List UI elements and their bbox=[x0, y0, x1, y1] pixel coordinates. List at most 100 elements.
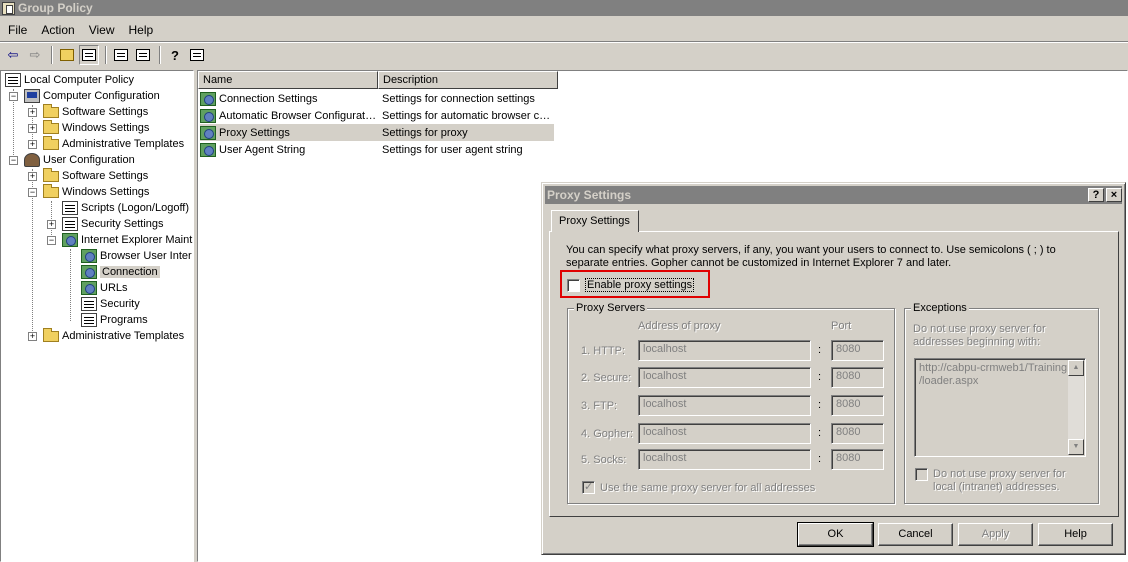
http-address-field[interactable]: localhost bbox=[638, 340, 811, 361]
exceptions-scrollbar[interactable]: ▲ ▼ bbox=[1068, 360, 1084, 455]
expand-icon[interactable]: + bbox=[47, 220, 56, 229]
help-button[interactable]: Help bbox=[1038, 523, 1113, 546]
colon-separator: : bbox=[818, 399, 822, 411]
menu-bar: File Action View Help bbox=[0, 20, 160, 40]
list-item[interactable]: User Agent String Settings for user agen… bbox=[200, 141, 554, 158]
menu-action[interactable]: Action bbox=[34, 23, 81, 37]
settings-item-icon bbox=[200, 91, 216, 106]
menu-help[interactable]: Help bbox=[122, 23, 161, 37]
tab-proxy-settings[interactable]: Proxy Settings bbox=[551, 210, 639, 232]
proxy-row-label-ftp: 3. FTP: bbox=[581, 400, 618, 412]
list-item-selected[interactable]: Proxy Settings Settings for proxy bbox=[200, 124, 554, 141]
socks-address-field[interactable]: localhost bbox=[638, 449, 811, 470]
same-proxy-row[interactable]: Use the same proxy server for all addres… bbox=[582, 480, 816, 494]
http-port-field[interactable]: 8080 bbox=[831, 340, 884, 361]
socks-port-field[interactable]: 8080 bbox=[831, 449, 884, 470]
tree-item-security-settings[interactable]: Security Settings bbox=[62, 216, 164, 232]
show-hide-action-pane-icon[interactable] bbox=[187, 45, 207, 65]
tree-item-security[interactable]: Security bbox=[81, 296, 140, 312]
tree-item-programs[interactable]: Programs bbox=[81, 312, 148, 328]
tree-item-cc-administrative-templates[interactable]: Administrative Templates bbox=[43, 136, 184, 152]
properties-icon[interactable] bbox=[111, 45, 131, 65]
console-tree[interactable]: Local Computer Policy − Computer Configu… bbox=[0, 70, 194, 562]
same-proxy-label: Use the same proxy server for all addres… bbox=[600, 481, 816, 494]
tree-item-cc-software-settings[interactable]: Software Settings bbox=[43, 104, 148, 120]
collapse-icon[interactable]: − bbox=[9, 92, 18, 101]
menu-view[interactable]: View bbox=[82, 23, 122, 37]
exceptions-textarea[interactable]: http://cabpu-crmweb1/Training /loader.as… bbox=[914, 358, 1086, 457]
cancel-button[interactable]: Cancel bbox=[878, 523, 953, 546]
tree-item-uc-windows-settings[interactable]: Windows Settings bbox=[43, 184, 149, 200]
folder-icon bbox=[43, 104, 59, 118]
colon-separator: : bbox=[818, 371, 822, 383]
forward-arrow-icon[interactable]: ⇨ bbox=[25, 45, 45, 65]
tree-item-user-configuration[interactable]: User Configuration bbox=[24, 152, 135, 168]
browser-ui-icon bbox=[81, 249, 97, 263]
up-folder-icon[interactable] bbox=[57, 45, 77, 65]
back-arrow-icon[interactable]: ⇦ bbox=[3, 45, 23, 65]
ftp-address-field[interactable]: localhost bbox=[638, 395, 811, 416]
help-caption-button[interactable]: ? bbox=[1088, 188, 1104, 202]
expand-icon[interactable]: + bbox=[28, 140, 37, 149]
exceptions-description: Do not use proxy server for addresses be… bbox=[913, 323, 1046, 348]
secure-address-field[interactable]: localhost bbox=[638, 367, 811, 388]
proxy-settings-dialog: Proxy Settings ? × Proxy Settings You ca… bbox=[541, 182, 1126, 555]
expand-icon[interactable]: + bbox=[28, 108, 37, 117]
secure-port-field[interactable]: 8080 bbox=[831, 367, 884, 388]
same-proxy-checkbox[interactable] bbox=[582, 480, 595, 494]
colon-separator: : bbox=[818, 453, 822, 465]
folder-icon bbox=[43, 120, 59, 134]
tree-item-computer-configuration[interactable]: Computer Configuration bbox=[24, 88, 160, 104]
ftp-port-field[interactable]: 8080 bbox=[831, 395, 884, 416]
collapse-icon[interactable]: − bbox=[9, 156, 18, 165]
intro-text: You can specify what proxy servers, if a… bbox=[566, 244, 1056, 269]
proxy-row-label-gopher: 4. Gopher: bbox=[581, 428, 633, 440]
urls-icon bbox=[81, 281, 97, 295]
tree-item-local-computer-policy[interactable]: Local Computer Policy bbox=[5, 72, 134, 88]
column-header-name[interactable]: Name bbox=[198, 71, 378, 89]
settings-item-icon bbox=[200, 125, 216, 140]
folder-icon bbox=[43, 184, 59, 198]
enable-proxy-row[interactable]: Enable proxy settings bbox=[567, 278, 695, 292]
menu-file[interactable]: File bbox=[0, 23, 34, 37]
enable-proxy-label[interactable]: Enable proxy settings bbox=[585, 278, 695, 292]
tree-item-ie-maintenance[interactable]: Internet Explorer Maint bbox=[62, 232, 192, 248]
ok-button[interactable]: OK bbox=[797, 522, 874, 547]
user-icon bbox=[24, 153, 40, 167]
enable-proxy-checkbox[interactable] bbox=[567, 278, 580, 292]
folder-icon bbox=[43, 168, 59, 182]
tree-item-cc-windows-settings[interactable]: Windows Settings bbox=[43, 120, 149, 136]
show-hide-tree-icon[interactable] bbox=[79, 45, 99, 65]
expand-icon[interactable]: + bbox=[28, 172, 37, 181]
tree-item-uc-administrative-templates[interactable]: Administrative Templates bbox=[43, 328, 184, 344]
expand-icon[interactable]: + bbox=[28, 124, 37, 133]
collapse-icon[interactable]: − bbox=[47, 236, 56, 245]
tree-item-urls[interactable]: URLs bbox=[81, 280, 128, 296]
gopher-address-field[interactable]: localhost bbox=[638, 423, 811, 444]
close-icon[interactable]: × bbox=[1106, 188, 1122, 202]
tree-item-scripts[interactable]: Scripts (Logon/Logoff) bbox=[62, 200, 189, 216]
scroll-up-icon[interactable]: ▲ bbox=[1068, 360, 1084, 376]
collapse-icon[interactable]: − bbox=[28, 188, 37, 197]
list-item[interactable]: Automatic Browser Configurat… Settings f… bbox=[200, 107, 554, 124]
export-list-icon[interactable] bbox=[133, 45, 153, 65]
scroll-down-icon[interactable]: ▼ bbox=[1068, 439, 1084, 455]
policy-icon bbox=[5, 73, 21, 87]
tree-item-browser-user-interface[interactable]: Browser User Inter bbox=[81, 248, 192, 264]
toolbar-separator bbox=[105, 46, 107, 64]
dialog-title-bar: Proxy Settings ? × bbox=[545, 186, 1122, 204]
help-icon[interactable]: ? bbox=[165, 45, 185, 65]
column-header-description[interactable]: Description bbox=[378, 71, 558, 89]
folder-icon bbox=[43, 136, 59, 150]
gopher-port-field[interactable]: 8080 bbox=[831, 423, 884, 444]
folder-icon bbox=[43, 328, 59, 342]
apply-button[interactable]: Apply bbox=[958, 523, 1033, 546]
tree-item-connection[interactable]: Connection bbox=[81, 264, 160, 280]
list-item[interactable]: Connection Settings Settings for connect… bbox=[200, 90, 554, 107]
proxy-row-label-secure: 2. Secure: bbox=[581, 372, 632, 384]
tree-item-uc-software-settings[interactable]: Software Settings bbox=[43, 168, 148, 184]
local-bypass-row[interactable]: Do not use proxy server for local (intra… bbox=[915, 468, 1066, 494]
local-bypass-checkbox[interactable] bbox=[915, 468, 928, 481]
expand-icon[interactable]: + bbox=[28, 332, 37, 341]
window-title: Group Policy bbox=[18, 1, 93, 15]
